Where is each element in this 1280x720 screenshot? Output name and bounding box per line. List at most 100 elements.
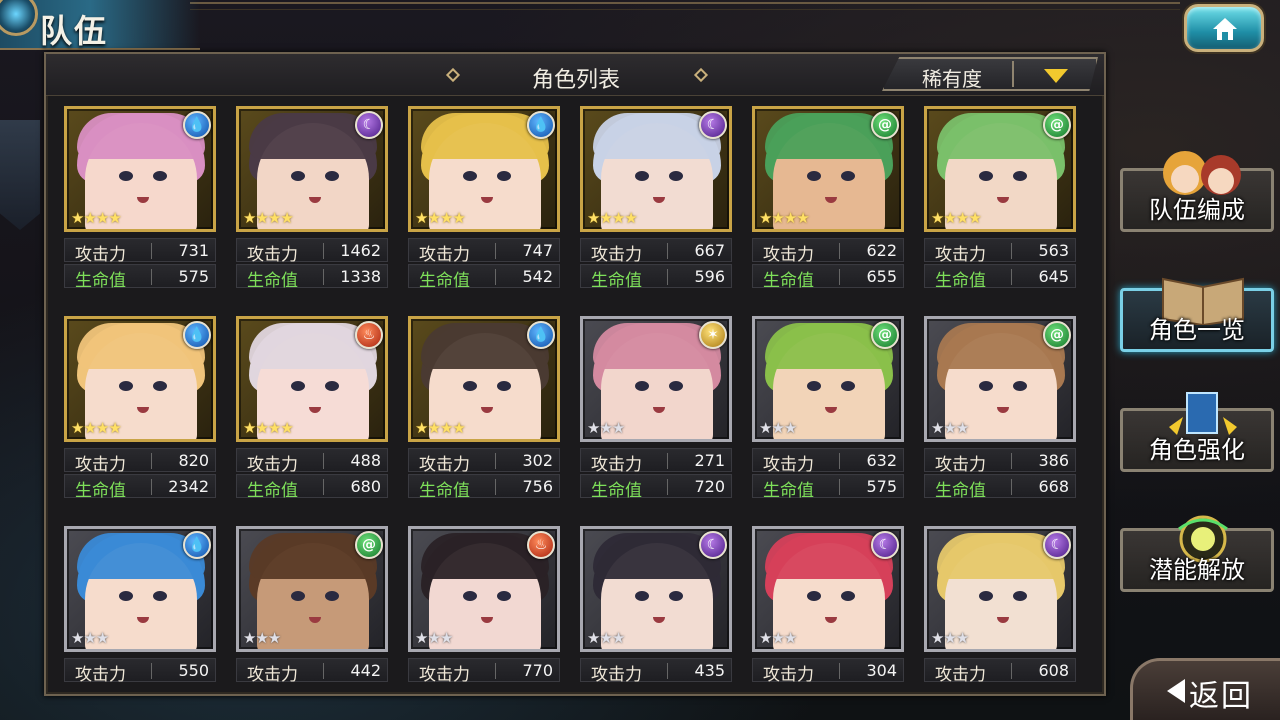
stat-divider — [323, 243, 324, 259]
diamond-ornament-icon — [693, 67, 709, 83]
character-portrait[interactable]: @ ★★★ — [924, 316, 1076, 442]
hp-stat: 生命值 655 — [752, 264, 904, 291]
character-eye — [807, 591, 821, 601]
character-portrait[interactable]: ♨ ★★★ — [408, 526, 560, 652]
character-portrait[interactable]: 💧 ★★★★ — [64, 106, 216, 232]
stat-divider — [323, 663, 324, 679]
stat-divider — [1011, 479, 1012, 495]
attack-value: 747 — [522, 241, 553, 260]
stat-divider — [839, 243, 840, 259]
stat-divider — [323, 453, 324, 469]
character-portrait[interactable]: @ ★★★ — [752, 316, 904, 442]
attack-stat: 攻击力 622 — [752, 238, 904, 265]
character-list-panel: 角色列表 稀有度 💧 ★★★★ 攻击力 731 生命值 575 ☾ ★★★★ 攻… — [44, 52, 1106, 696]
attack-stat: 攻击力 488 — [236, 448, 388, 475]
hp-value: 2342 — [168, 477, 209, 496]
character-portrait[interactable]: ☾ ★★★★ — [236, 106, 388, 232]
dropdown-arrow-icon[interactable] — [1044, 69, 1068, 83]
attack-label: 攻击力 — [935, 455, 986, 475]
attack-value: 442 — [350, 661, 381, 680]
character-portrait[interactable]: 💧 ★★★★ — [408, 316, 560, 442]
rarity-stars: ★★★★ — [71, 209, 122, 227]
page-title: 队伍 — [40, 12, 109, 50]
character-portrait[interactable]: @ ★★★ — [236, 526, 388, 652]
hp-label: 生命值 — [419, 481, 470, 501]
character-portrait[interactable]: ☾ ★★★★ — [580, 106, 732, 232]
character-eye — [669, 591, 683, 601]
attack-label: 攻击力 — [247, 245, 298, 265]
water-element-icon: 💧 — [183, 531, 211, 559]
attack-label: 攻击力 — [247, 665, 298, 685]
attack-stat: 攻击力 271 — [580, 448, 732, 475]
attack-label: 攻击力 — [763, 455, 814, 475]
character-portrait[interactable]: ✶ ★★★ — [580, 316, 732, 442]
character-eye — [841, 591, 855, 601]
attack-value: 770 — [522, 661, 553, 680]
character-portrait[interactable]: ☾ ★★★ — [752, 526, 904, 652]
character-eye — [463, 381, 477, 391]
attack-value: 386 — [1038, 451, 1069, 470]
attack-value: 302 — [522, 451, 553, 470]
attack-stat: 攻击力 1462 — [236, 238, 388, 265]
hp-value: 655 — [866, 267, 897, 286]
sort-dropdown[interactable]: 稀有度 — [882, 57, 1098, 91]
stat-divider — [323, 479, 324, 495]
side-button-team-formation[interactable]: 队伍编成 — [1120, 151, 1274, 232]
character-eye — [635, 381, 649, 391]
attack-label: 攻击力 — [591, 665, 642, 685]
attack-stat: 攻击力 608 — [924, 658, 1076, 685]
attack-stat: 攻击力 442 — [236, 658, 388, 685]
hp-stat: 生命值 575 — [64, 264, 216, 291]
rarity-stars: ★★★ — [243, 629, 281, 647]
character-portrait[interactable]: 💧 ★★★★ — [408, 106, 560, 232]
side-button-potential-unlock[interactable]: 潜能解放 — [1120, 515, 1274, 592]
side-button-character-list[interactable]: 角色一览 — [1120, 277, 1274, 352]
hp-label: 生命值 — [591, 481, 642, 501]
home-button[interactable] — [1184, 4, 1264, 52]
light-element-icon: ✶ — [699, 321, 727, 349]
side-label: 角色一览 — [1149, 316, 1245, 344]
character-portrait[interactable]: ♨ ★★★★ — [236, 316, 388, 442]
rarity-stars: ★★★ — [931, 629, 969, 647]
attack-stat: 攻击力 435 — [580, 658, 732, 685]
character-portrait[interactable]: @ ★★★★ — [924, 106, 1076, 232]
stat-divider — [839, 479, 840, 495]
character-portrait[interactable]: 💧 ★★★★ — [64, 316, 216, 442]
rarity-stars: ★★★★ — [931, 209, 982, 227]
character-portrait[interactable]: ☾ ★★★ — [924, 526, 1076, 652]
hp-value: 596 — [694, 267, 725, 286]
attack-label: 攻击力 — [591, 245, 642, 265]
hp-label: 生命值 — [935, 481, 986, 501]
water-element-icon: 💧 — [183, 321, 211, 349]
dark-element-icon: ☾ — [1043, 531, 1071, 559]
hp-stat: 生命值 680 — [236, 474, 388, 501]
character-portrait[interactable]: 💧 ★★★ — [64, 526, 216, 652]
back-button[interactable]: 返回 — [1130, 658, 1280, 720]
character-eye — [153, 171, 167, 181]
stat-divider — [839, 663, 840, 679]
hp-value: 668 — [1038, 477, 1069, 496]
character-portrait[interactable]: ☾ ★★★ — [580, 526, 732, 652]
attack-value: 550 — [178, 661, 209, 680]
wind-element-icon: @ — [1043, 321, 1071, 349]
character-eye — [1013, 381, 1027, 391]
stat-divider — [839, 453, 840, 469]
stat-divider — [1011, 269, 1012, 285]
character-eye — [497, 171, 511, 181]
character-portrait[interactable]: @ ★★★★ — [752, 106, 904, 232]
character-eye — [463, 171, 477, 181]
sort-label: 稀有度 — [922, 67, 982, 91]
stat-divider — [151, 479, 152, 495]
attack-stat: 攻击力 770 — [408, 658, 560, 685]
attack-label: 攻击力 — [763, 245, 814, 265]
side-button-character-enhance[interactable]: 角色强化 — [1120, 392, 1274, 472]
character-eye — [153, 591, 167, 601]
stat-divider — [667, 269, 668, 285]
rarity-stars: ★★★ — [931, 419, 969, 437]
hp-stat: 生命值 645 — [924, 264, 1076, 291]
stat-divider — [667, 479, 668, 495]
hp-label: 生命值 — [763, 271, 814, 291]
hp-value: 720 — [694, 477, 725, 496]
panel-header: 角色列表 稀有度 — [46, 54, 1104, 96]
character-eye — [497, 381, 511, 391]
